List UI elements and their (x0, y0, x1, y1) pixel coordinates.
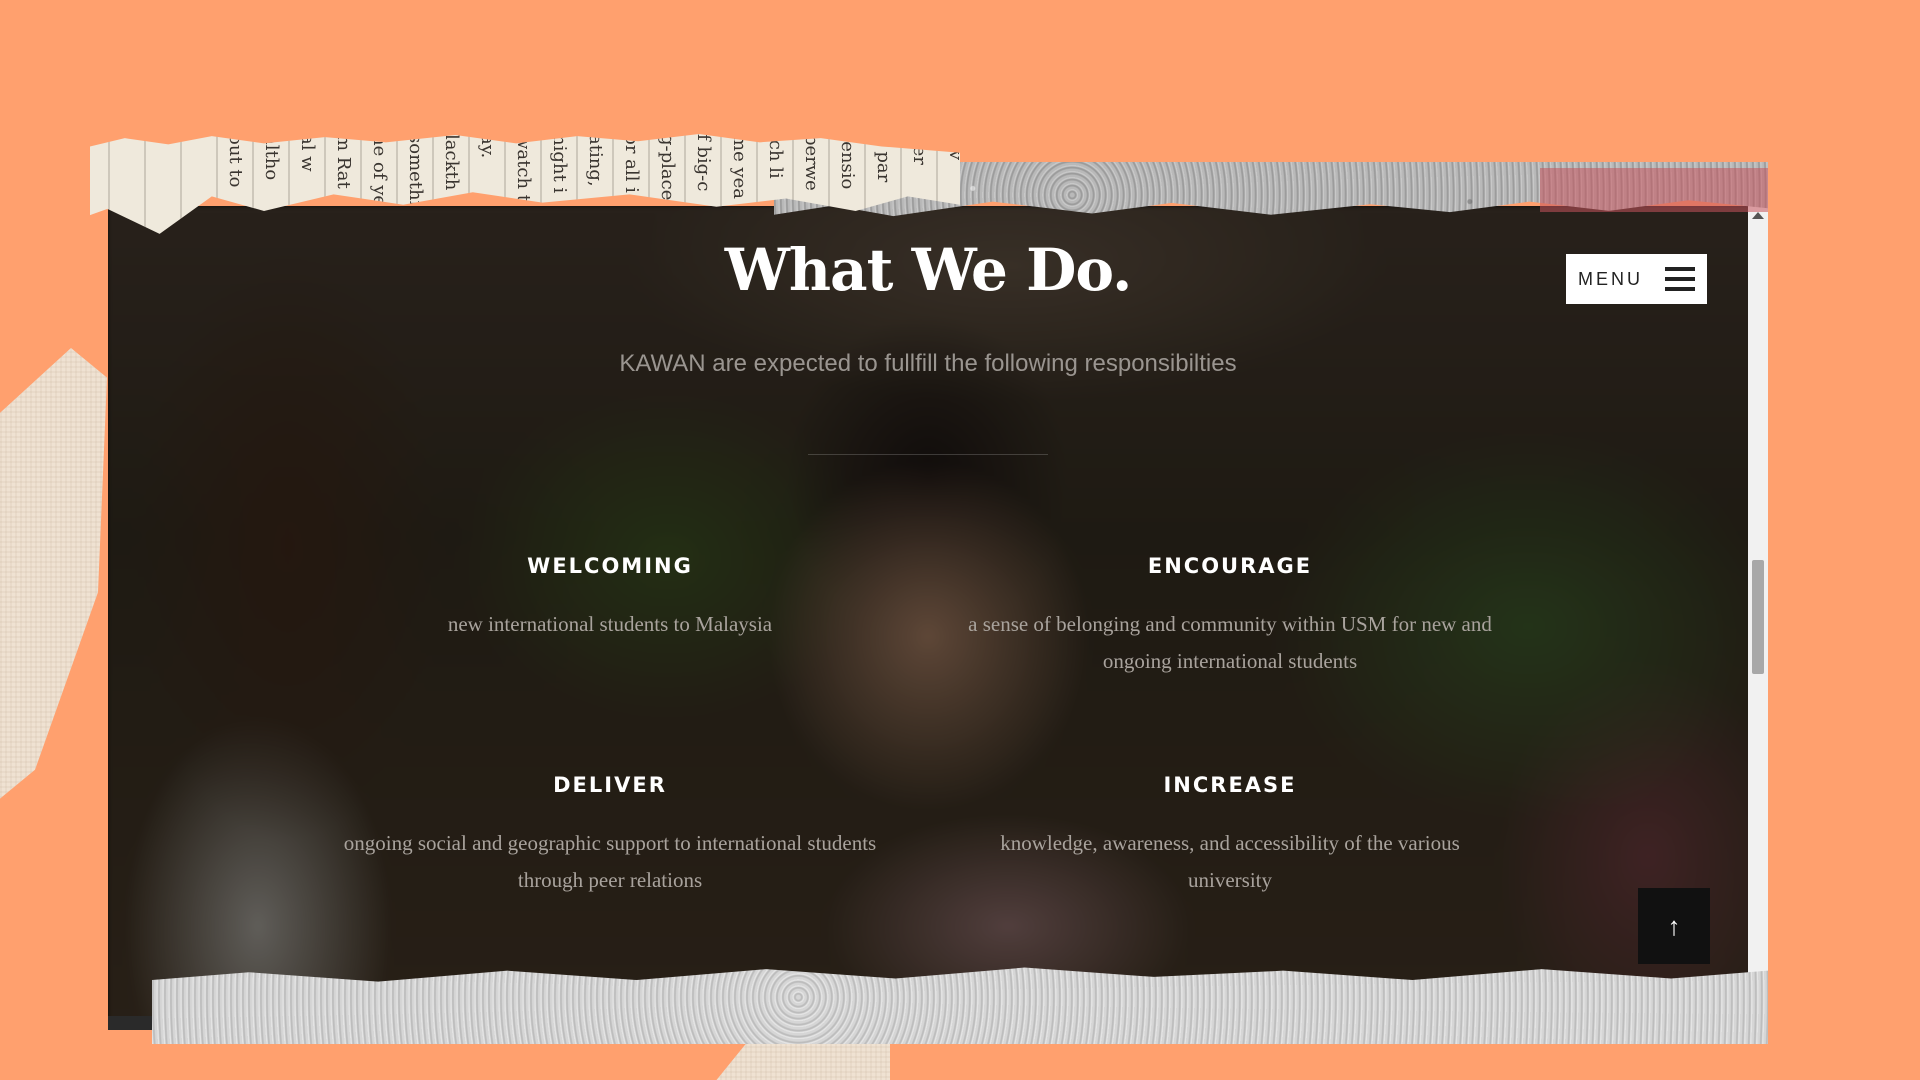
scrollbar-thumb[interactable] (1752, 560, 1764, 674)
vertical-scrollbar[interactable] (1748, 206, 1768, 1030)
back-to-top-button[interactable]: ↑ (1638, 888, 1710, 964)
responsibility-welcoming: WELCOMING new international students to … (330, 554, 890, 643)
collage-stage: What We Do. KAWAN are expected to fullfi… (0, 0, 1920, 1080)
responsibility-encourage: ENCOURAGE a sense of belonging and commu… (960, 554, 1500, 680)
responsibility-heading: INCREASE (1163, 773, 1297, 797)
menu-button[interactable]: MENU (1566, 254, 1707, 304)
responsibility-increase: INCREASE knowledge, awareness, and acces… (980, 773, 1480, 899)
section-divider (808, 454, 1048, 455)
responsibility-heading: ENCOURAGE (1147, 554, 1313, 578)
page-subtitle: KAWAN are expected to fullfill the follo… (619, 350, 1237, 377)
page-title: What We Do. (724, 236, 1133, 304)
responsibility-heading: DELIVER (553, 773, 667, 797)
responsibility-text: knowledge, awareness, and accessibility … (1000, 831, 1460, 892)
torn-paper-red-band (1540, 168, 1768, 212)
scroll-up-arrow-icon[interactable] (1752, 212, 1764, 219)
responsibility-deliver: DELIVER ongoing social and geographic su… (330, 773, 890, 899)
hamburger-icon (1665, 267, 1695, 291)
website-screenshot: What We Do. KAWAN are expected to fullfi… (108, 206, 1768, 1030)
arrow-up-icon: ↑ (1667, 910, 1681, 941)
responsibility-text: ongoing social and geographic support to… (343, 831, 877, 892)
responsibility-text: a sense of belonging and community withi… (968, 612, 1492, 673)
responsibility-text: new international students to Malaysia (447, 612, 773, 636)
menu-label: MENU (1578, 268, 1643, 289)
responsibility-heading: WELCOMING (527, 554, 693, 578)
